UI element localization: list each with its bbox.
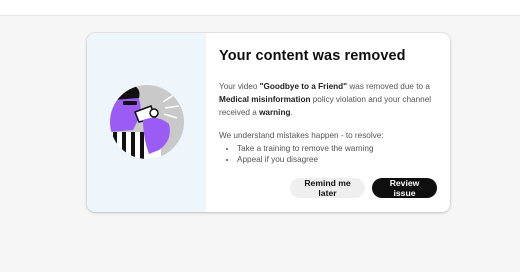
- resolve-intro: We understand mistakes happen - to resol…: [219, 131, 384, 140]
- dialog-actions: Remind me later Review issue: [290, 178, 437, 198]
- message-text: was removed due to a: [347, 82, 430, 91]
- message-text: Your video: [219, 82, 260, 91]
- review-issue-button[interactable]: Review issue: [372, 178, 437, 198]
- penalty-name: warning: [259, 108, 291, 117]
- message-text: .: [290, 108, 293, 117]
- dialog-title: Your content was removed: [219, 48, 406, 64]
- person-with-megaphone-icon: [110, 85, 184, 159]
- list-item: Take a training to remove the warning: [237, 143, 437, 154]
- list-item: Appeal if you disagree: [237, 154, 437, 165]
- video-title: "Goodbye to a Friend": [259, 82, 348, 91]
- removal-message: Your video "Goodbye to a Friend" was rem…: [219, 80, 437, 119]
- remind-me-later-button[interactable]: Remind me later: [290, 178, 365, 198]
- resolve-steps-list: Take a training to remove the warning Ap…: [219, 143, 437, 165]
- dialog-content: Your content was removed Your video "Goo…: [206, 33, 450, 212]
- policy-name: Medical misinformation: [219, 95, 311, 104]
- content-removed-dialog: Your content was removed Your video "Goo…: [87, 33, 450, 212]
- top-bar: [0, 0, 520, 16]
- illustration-panel: [87, 33, 206, 212]
